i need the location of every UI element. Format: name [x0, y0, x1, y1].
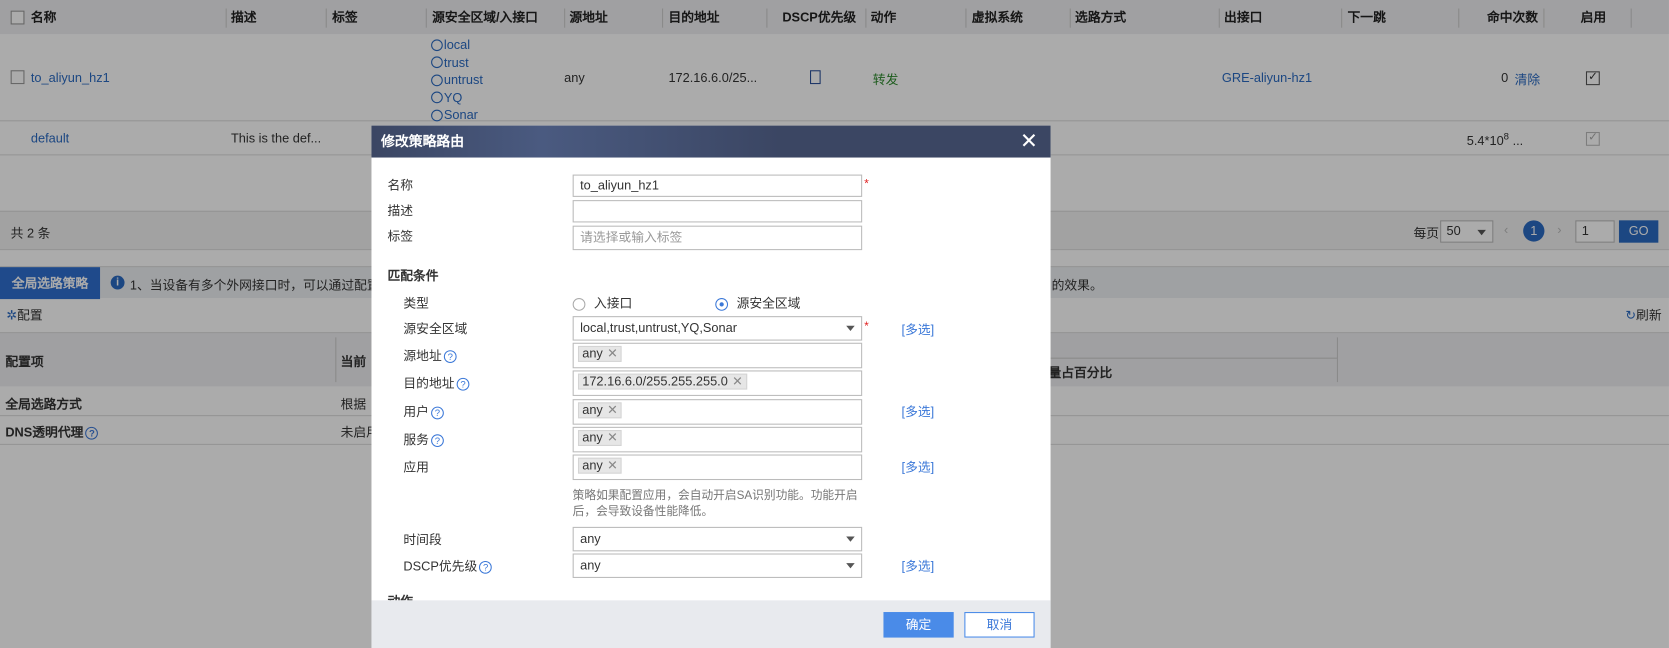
tag-input[interactable]: 请选择或输入标签 — [572, 225, 863, 251]
name-label: 名称 — [387, 177, 414, 193]
tag-chip: any ✕ — [577, 345, 623, 362]
tag-chip: 172.16.6.0/255.255.255.0 ✕ — [577, 373, 748, 390]
remove-tag-icon[interactable]: ✕ — [607, 346, 618, 361]
dialog-body[interactable]: 名称 to_aliyun_hz1 * 描述 标签 请选择或输入标签 匹配条件 类… — [371, 158, 1050, 600]
close-icon[interactable]: ✕ — [1020, 126, 1038, 158]
source-label: 源地址? — [403, 346, 457, 364]
type-label: 类型 — [403, 295, 429, 311]
time-range-select[interactable]: any — [572, 526, 863, 552]
zone-multi-select-link[interactable]: [多选] — [902, 320, 935, 338]
remove-tag-icon[interactable]: ✕ — [607, 458, 618, 473]
dialog-title: 修改策略路由 — [381, 133, 465, 150]
remove-tag-icon[interactable]: ✕ — [607, 402, 618, 417]
tag-chip: any ✕ — [577, 457, 623, 474]
dscp-label: DSCP优先级? — [403, 557, 493, 575]
tag-chip: any ✕ — [577, 430, 623, 446]
service-input[interactable]: any ✕ — [572, 426, 863, 453]
user-multi-select-link[interactable]: [多选] — [902, 402, 935, 420]
zone-label: 源安全区域 — [403, 321, 468, 337]
user-input[interactable]: any ✕ — [572, 399, 863, 425]
radio-interface[interactable]: 入接口 — [572, 294, 632, 312]
tag-label: 标签 — [387, 228, 414, 244]
time-range-label: 时间段 — [403, 532, 442, 548]
dscp-multi-select-link[interactable]: [多选] — [902, 557, 935, 575]
remove-tag-icon[interactable]: ✕ — [607, 430, 618, 445]
required-mark: * — [864, 177, 869, 191]
help-icon: ? — [431, 406, 444, 420]
help-icon: ? — [456, 377, 470, 391]
zone-select[interactable]: local,trust,untrust,YQ,Sonar — [572, 316, 863, 341]
destination-label: 目的地址? — [403, 374, 470, 392]
destination-address-input[interactable]: 172.16.6.0/255.255.255.0 ✕ — [572, 370, 863, 396]
application-multi-select-link[interactable]: [多选] — [902, 458, 935, 476]
help-icon: ? — [479, 560, 493, 574]
desc-label: 描述 — [387, 203, 414, 219]
required-mark: * — [864, 320, 869, 334]
help-icon: ? — [443, 350, 457, 363]
dialog-footer: 确定 取消 — [371, 600, 1051, 648]
help-icon: ? — [431, 434, 444, 447]
service-label: 服务? — [403, 430, 444, 448]
source-address-input[interactable]: any ✕ — [572, 342, 863, 369]
name-input[interactable]: to_aliyun_hz1 — [572, 174, 863, 197]
cancel-button[interactable]: 取消 — [964, 612, 1035, 638]
description-input[interactable] — [572, 200, 863, 223]
application-input[interactable]: any ✕ — [572, 454, 863, 481]
edit-policy-route-dialog: 修改策略路由 ✕ 名称 to_aliyun_hz1 * 描述 标签 请选择或输入… — [371, 125, 1051, 648]
ok-button[interactable]: 确定 — [883, 612, 954, 638]
match-conditions-heading: 匹配条件 — [387, 268, 439, 284]
dialog-title-bar: 修改策略路由 ✕ — [371, 125, 1051, 158]
dscp-select[interactable]: any — [572, 553, 863, 578]
application-hint: 策略如果配置应用，会自动开启SA识别功能。功能开启后，会导致设备性能降低。 — [572, 489, 858, 519]
user-label: 用户? — [403, 402, 444, 420]
radio-security-zone[interactable]: 源安全区域 — [715, 294, 800, 312]
remove-tag-icon[interactable]: ✕ — [732, 374, 743, 389]
tag-chip: any ✕ — [577, 402, 623, 419]
application-label: 应用 — [403, 459, 429, 475]
action-heading: 动作 — [387, 592, 413, 600]
